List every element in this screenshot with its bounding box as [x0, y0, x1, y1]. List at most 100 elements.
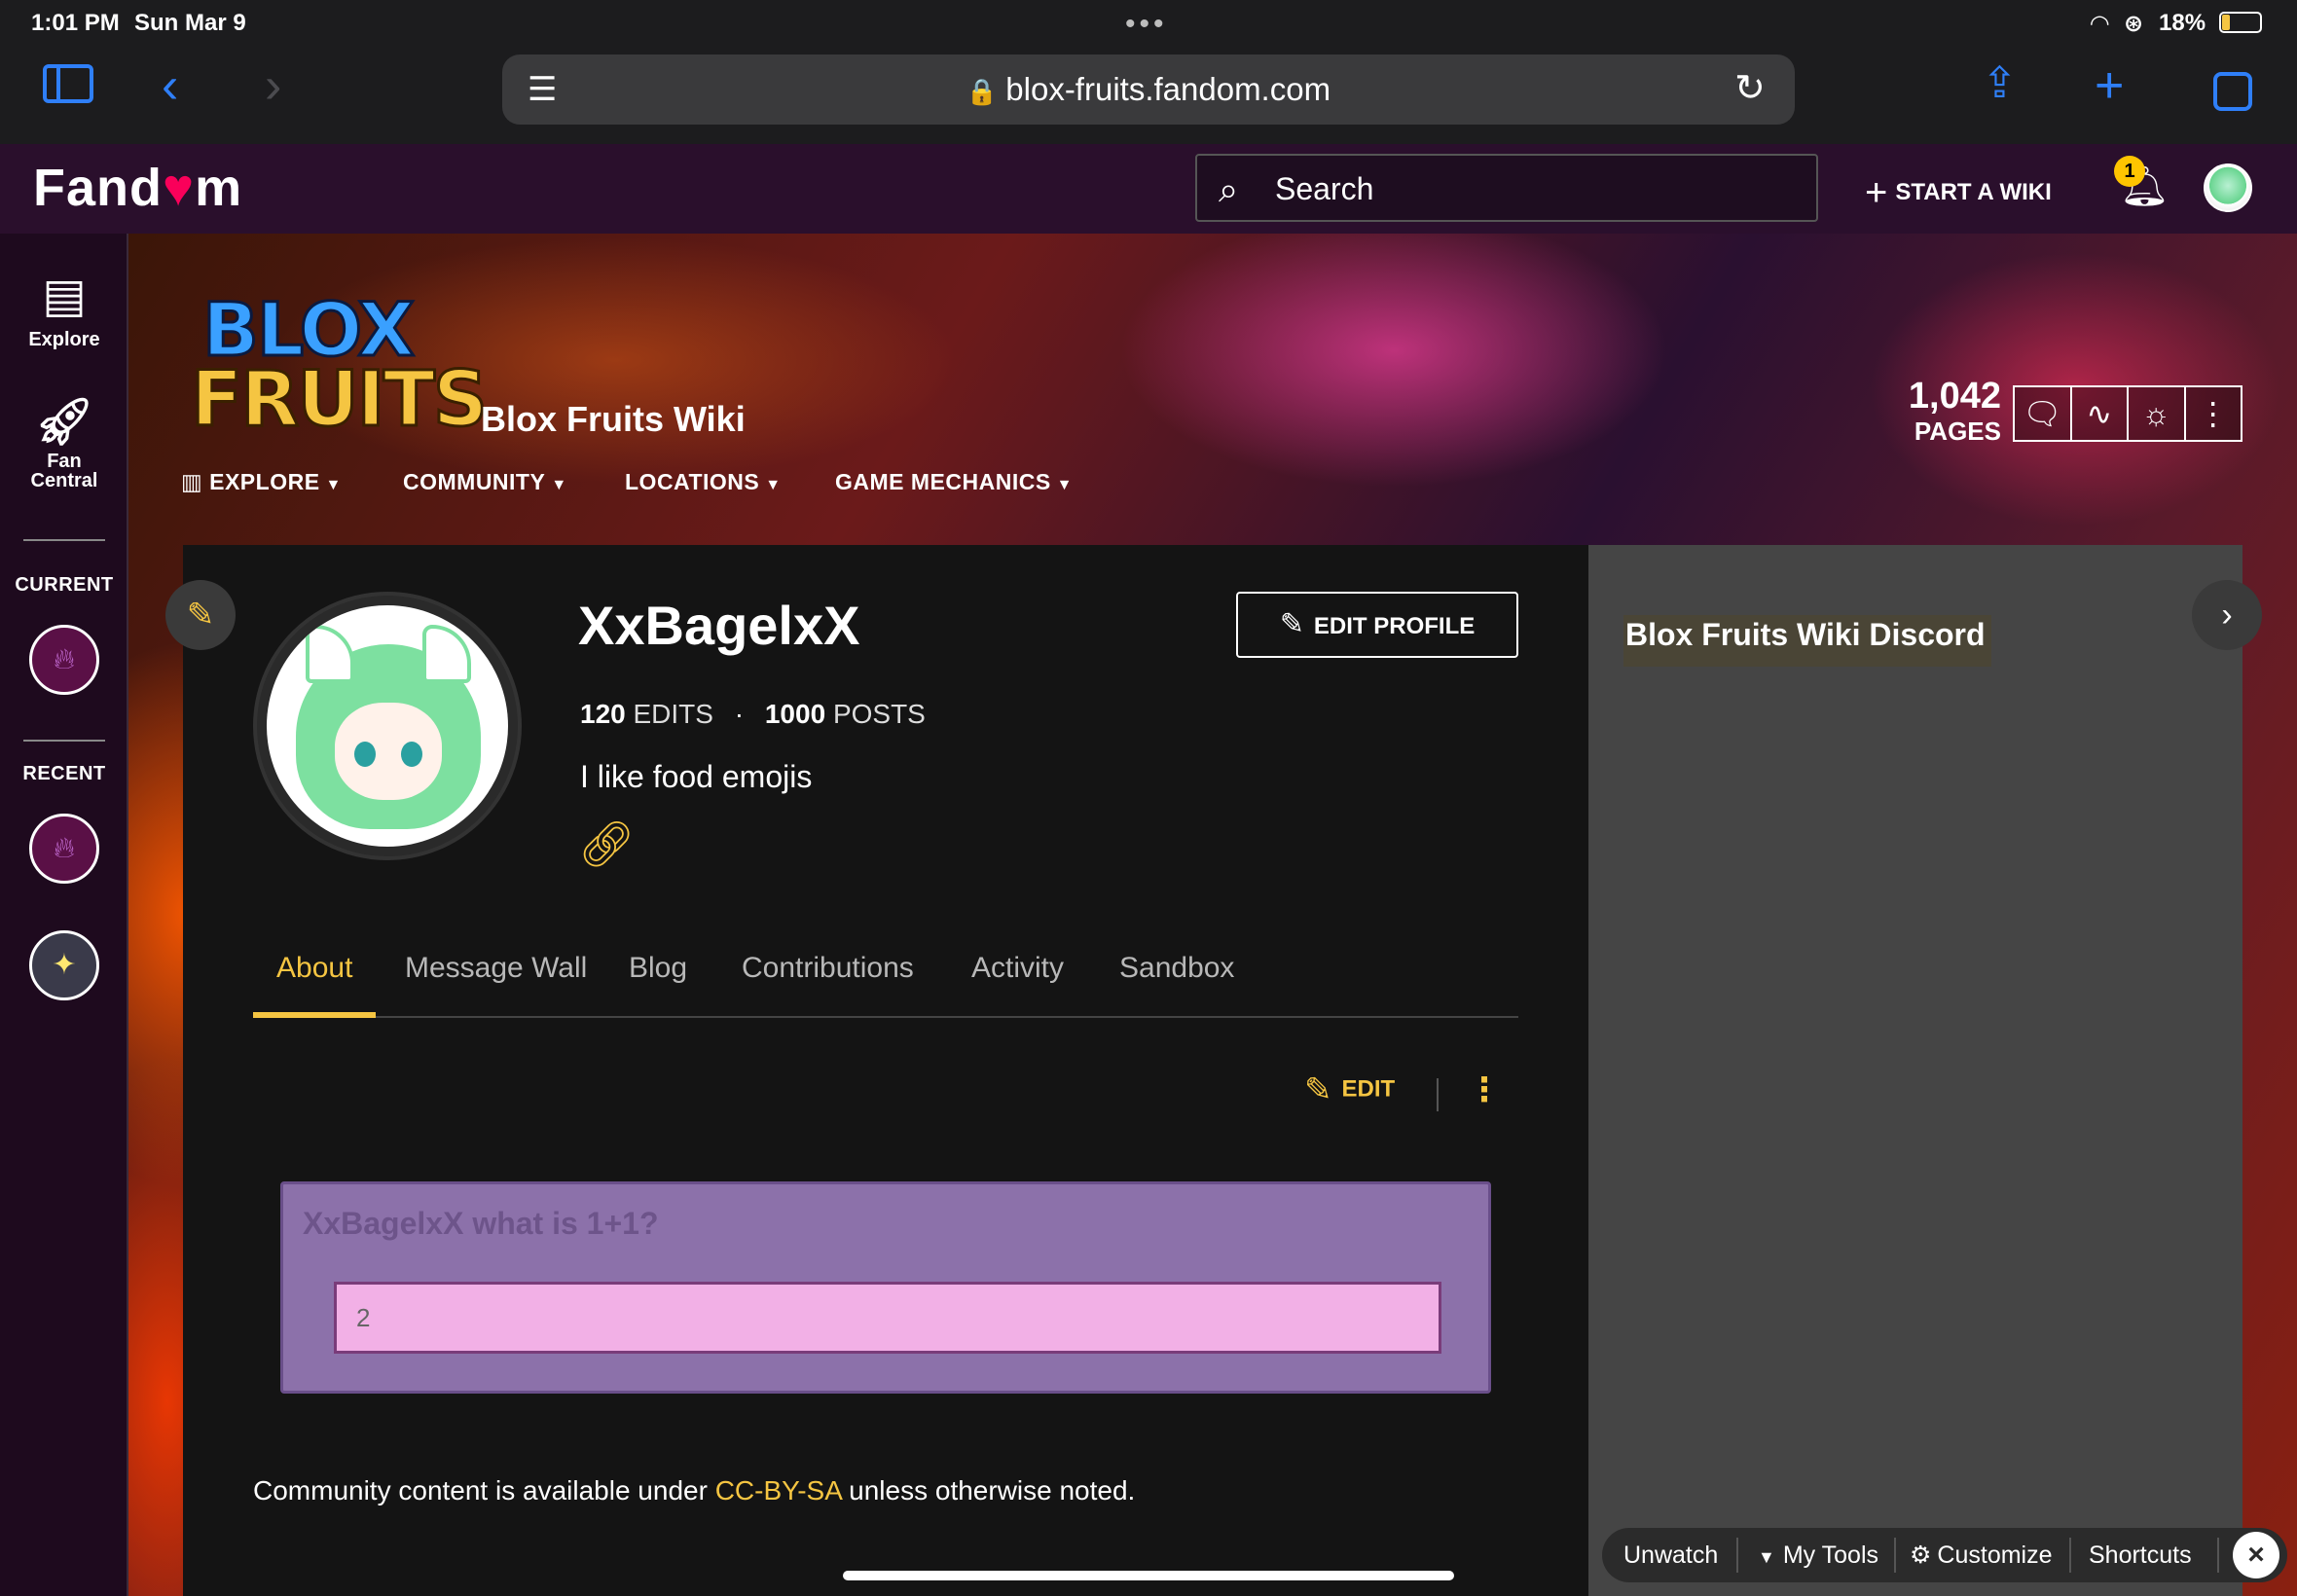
wiki-name[interactable]: Blox Fruits Wiki — [481, 399, 746, 440]
blox-fruits-logo[interactable]: BLOX FRUITS — [185, 282, 489, 448]
bottom-toolbar: Unwatch ▼ My Tools ⚙ Customize Shortcuts — [1602, 1528, 2287, 1582]
more-actions-icon[interactable]: ⋮ — [1468, 1070, 1501, 1109]
edit-profile-label: EDIT PROFILE — [1313, 613, 1476, 639]
tab-sandbox[interactable]: Sandbox — [1096, 934, 1258, 1018]
reload-icon[interactable]: ↻ — [1734, 66, 1766, 110]
more-options-icon[interactable]: ⋮ — [2186, 387, 2242, 440]
nav-locations[interactable]: LOCATIONS ▼ — [625, 469, 782, 495]
sidebar-icon[interactable] — [43, 64, 93, 103]
notification-badge: 1 — [2114, 156, 2145, 187]
customize-button[interactable]: ⚙ Customize — [1910, 1528, 2053, 1582]
search-input[interactable]: ⌕ Search — [1195, 154, 1818, 222]
search-placeholder: Search — [1275, 171, 1374, 206]
link-icon[interactable]: 🔗︎ — [578, 817, 635, 871]
discord-widget-title: Blox Fruits Wiki Discord — [1623, 615, 1991, 667]
shortcuts-button[interactable]: Shortcuts — [2089, 1528, 2192, 1582]
license-text-pre: Community content is available under — [253, 1475, 715, 1505]
license-link[interactable]: CC-BY-SA — [715, 1475, 842, 1505]
edits-label: EDITS — [633, 699, 713, 729]
edit-label: EDIT — [1341, 1075, 1396, 1103]
explore-nav-icon: ▥ — [181, 469, 210, 494]
nav-game-mechanics[interactable]: GAME MECHANICS ▼ — [835, 469, 1073, 495]
rail-recent-title: RECENT — [22, 763, 106, 784]
recent-wiki-2-icon[interactable]: ✦ — [29, 930, 99, 1000]
profile-avatar[interactable] — [253, 592, 522, 860]
current-wiki-icon[interactable]: 🔥︎ — [29, 625, 99, 695]
rocket-icon: 🚀︎ — [34, 396, 94, 448]
nav-community[interactable]: COMMUNITY ▼ — [403, 469, 567, 495]
pages-count-label: PAGES — [1914, 417, 2001, 446]
activity-icon[interactable]: ∿ — [2072, 387, 2129, 440]
rail-fan-central-label-2: Central — [30, 470, 98, 491]
rail-explore[interactable]: ▤ Explore — [0, 269, 128, 351]
my-tools-button[interactable]: ▼ My Tools — [1758, 1528, 1878, 1582]
edits-count: 120 — [580, 699, 626, 729]
battery-icon — [2219, 12, 2262, 33]
tab-about[interactable]: About — [253, 934, 377, 1018]
rail-fan-central[interactable]: 🚀︎ Fan Central — [0, 396, 128, 491]
tab-blog[interactable]: Blog — [605, 934, 711, 1018]
quiz-question: XxBagelxX what is 1+1? — [303, 1206, 659, 1241]
url-bar[interactable]: ☰ 🔒 blox-fruits.fandom.com ↻ — [502, 54, 1795, 125]
status-time: 1:01 PM — [31, 10, 120, 36]
start-a-wiki-label: START A WIKI — [1895, 178, 2052, 205]
tab-activity[interactable]: Activity — [948, 934, 1087, 1018]
fandom-heart-icon: ♥ — [163, 159, 196, 217]
share-icon[interactable]: ⇪ — [1982, 62, 2018, 105]
home-indicator[interactable] — [843, 1571, 1454, 1580]
avatar-eye — [354, 742, 376, 767]
my-tools-label: My Tools — [1782, 1542, 1879, 1569]
chevron-down-icon: ▼ — [551, 477, 567, 493]
sidebar-divider — [47, 68, 60, 99]
unwatch-button[interactable]: Unwatch — [1623, 1528, 1718, 1582]
avatar-face — [335, 703, 442, 800]
avatar-ear — [422, 625, 471, 683]
tab-contributions[interactable]: Contributions — [718, 934, 937, 1018]
theme-toggle-icon[interactable]: ☼ — [2129, 387, 2186, 440]
toolbar-divider — [1736, 1538, 1738, 1573]
profile-stats: 120 EDITS · 1000 POSTS — [580, 699, 926, 730]
new-tab-icon[interactable]: + — [2095, 60, 2124, 111]
nav-game-mechanics-label: GAME MECHANICS — [835, 469, 1051, 494]
url-text[interactable]: 🔒 blox-fruits.fandom.com — [502, 54, 1795, 125]
rail-fan-central-label-1: Fan — [47, 451, 82, 472]
profile-username: XxBagelxX — [578, 595, 860, 656]
pages-counter: 1,042 PAGES — [1888, 378, 2001, 444]
toolbar-divider — [1894, 1538, 1896, 1573]
edit-pencil-icon[interactable]: ✎ — [165, 580, 236, 650]
pencil-icon: ✎ — [1304, 1071, 1332, 1108]
tabs-icon[interactable] — [2213, 72, 2252, 111]
profile-bio: I like food emojis — [580, 759, 813, 794]
toolbar-divider — [2217, 1538, 2219, 1573]
fandom-logo-text-1: Fand — [33, 159, 163, 217]
close-icon[interactable]: × — [2233, 1532, 2279, 1578]
url-value: blox-fruits.fandom.com — [1005, 71, 1331, 107]
stats-separator: · — [734, 699, 745, 729]
rail-explore-label: Explore — [28, 329, 100, 350]
nav-locations-label: LOCATIONS — [625, 469, 760, 494]
discussions-icon[interactable]: 🗨︎ — [2015, 387, 2072, 440]
multitasking-dots-icon[interactable]: ••• — [1125, 8, 1168, 41]
posts-label: POSTS — [832, 699, 926, 729]
explore-icon: ▤ — [42, 271, 87, 322]
chevron-down-icon: ▼ — [325, 477, 342, 493]
tab-message-wall[interactable]: Message Wall — [382, 934, 610, 1018]
fandom-logo[interactable]: Fand♥m — [33, 158, 242, 218]
pages-count-value: 1,042 — [1908, 376, 2001, 417]
chevron-down-icon: ▼ — [765, 477, 782, 493]
rail-divider — [23, 539, 105, 541]
chevron-down-icon: ▼ — [1056, 477, 1074, 493]
user-avatar[interactable] — [2204, 163, 2252, 212]
recent-wiki-icon[interactable]: 🔥︎ — [29, 814, 99, 884]
battery-percent: 18% — [2159, 10, 2206, 36]
nav-explore[interactable]: ▥ EXPLORE ▼ — [181, 469, 342, 495]
forward-icon[interactable]: › — [265, 60, 281, 111]
collapse-rail-chevron-icon[interactable]: › — [2192, 580, 2262, 650]
posts-count: 1000 — [764, 699, 826, 729]
start-a-wiki-button[interactable]: + START A WIKI — [1865, 171, 2052, 215]
caret-down-icon: ▼ — [1758, 1547, 1775, 1567]
back-icon[interactable]: ‹ — [162, 60, 178, 111]
edit-profile-button[interactable]: ✎ EDIT PROFILE — [1236, 592, 1518, 658]
edit-button[interactable]: ✎ EDIT — [1304, 1070, 1395, 1109]
quiz-answer-field[interactable]: 2 — [334, 1282, 1441, 1354]
